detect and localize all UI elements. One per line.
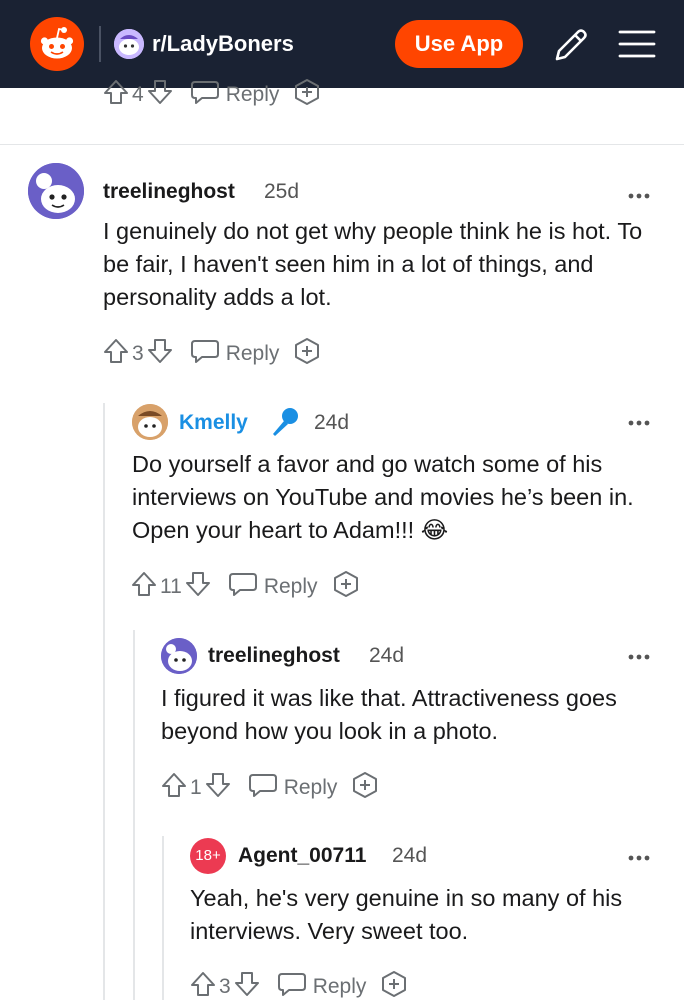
previous-comment-actions: 4 Reply <box>102 78 321 112</box>
downvote-icon[interactable] <box>146 337 174 371</box>
comment-actions: 3 Reply <box>189 970 408 1000</box>
comment-body: Do yourself a favor and go watch some of… <box>132 451 634 543</box>
avatar[interactable]: 18+ <box>190 838 226 874</box>
avatar[interactable] <box>28 163 84 219</box>
reply-button[interactable]: Reply <box>190 337 280 371</box>
vote-count: 3 <box>219 975 231 998</box>
reply-label: Reply <box>263 575 318 598</box>
comment-body: I figured it was like that. Attractivene… <box>161 685 617 744</box>
avatar[interactable] <box>132 404 168 440</box>
speech-bubble-icon <box>277 970 307 1000</box>
award-plus-icon[interactable] <box>293 337 321 371</box>
downvote-icon[interactable] <box>233 970 261 1000</box>
reddit-logo-icon[interactable] <box>30 17 84 71</box>
reply-label: Reply <box>312 975 367 998</box>
downvote-icon[interactable] <box>204 771 232 805</box>
upvote-icon[interactable] <box>130 570 158 604</box>
vote-count: 3 <box>132 342 144 365</box>
username[interactable]: treelineghost <box>208 643 340 669</box>
more-options-icon[interactable] <box>627 187 651 199</box>
pencil-icon[interactable] <box>551 25 591 65</box>
comment-age: 24d <box>314 411 350 434</box>
top-app-bar: r/LadyBoners Use App <box>0 0 684 88</box>
comment-age: 25d <box>264 180 300 203</box>
comment-actions: 1 Reply <box>160 771 379 805</box>
more-options-icon[interactable] <box>627 414 651 426</box>
speech-bubble-icon <box>190 78 220 112</box>
hamburger-menu-icon[interactable] <box>616 26 656 62</box>
speech-bubble-icon <box>228 570 258 604</box>
comment-actions: 3 Reply <box>102 337 321 371</box>
award-plus-icon[interactable] <box>293 78 321 112</box>
comment-actions: 11 Reply <box>130 570 360 604</box>
comment-age: 24d <box>392 844 428 867</box>
upvote-icon[interactable] <box>102 337 130 371</box>
vote-count: 4 <box>132 83 144 106</box>
reply-label: Reply <box>283 776 338 799</box>
comment-separator <box>0 144 684 145</box>
thread-line[interactable] <box>103 403 105 1000</box>
speech-bubble-icon <box>190 337 220 371</box>
more-options-icon[interactable] <box>627 849 651 861</box>
header-divider <box>99 26 101 62</box>
reply-button[interactable]: Reply <box>277 970 367 1000</box>
reply-button[interactable]: Reply <box>248 771 338 805</box>
comment-age: 24d <box>369 644 405 667</box>
subreddit-name[interactable]: r/LadyBoners <box>152 30 294 58</box>
vote-count: 1 <box>190 776 202 799</box>
upvote-icon[interactable] <box>102 78 130 112</box>
reply-button[interactable]: Reply <box>190 78 280 112</box>
downvote-icon[interactable] <box>184 570 212 604</box>
vote-count: 11 <box>160 575 182 598</box>
username[interactable]: treelineghost <box>103 179 235 205</box>
upvote-icon[interactable] <box>189 970 217 1000</box>
more-options-icon[interactable] <box>627 648 651 660</box>
username[interactable]: Kmelly <box>179 410 248 436</box>
use-app-button[interactable]: Use App <box>395 20 523 68</box>
reply-button[interactable]: Reply <box>228 570 318 604</box>
username[interactable]: Agent_00711 <box>238 843 366 869</box>
reply-label: Reply <box>225 83 280 106</box>
thread-line[interactable] <box>133 630 135 1000</box>
thread-line[interactable] <box>162 836 164 1000</box>
microphone-icon <box>268 405 302 439</box>
downvote-icon[interactable] <box>146 78 174 112</box>
upvote-icon[interactable] <box>160 771 188 805</box>
comment-body: I genuinely do not get why people think … <box>103 218 643 310</box>
award-plus-icon[interactable] <box>351 771 379 805</box>
award-plus-icon[interactable] <box>380 970 408 1000</box>
speech-bubble-icon <box>248 771 278 805</box>
subreddit-avatar-icon[interactable] <box>114 29 144 59</box>
reply-label: Reply <box>225 342 280 365</box>
comment-body: Yeah, he's very genuine in so many of hi… <box>190 885 623 944</box>
award-plus-icon[interactable] <box>332 570 360 604</box>
avatar[interactable] <box>161 638 197 674</box>
